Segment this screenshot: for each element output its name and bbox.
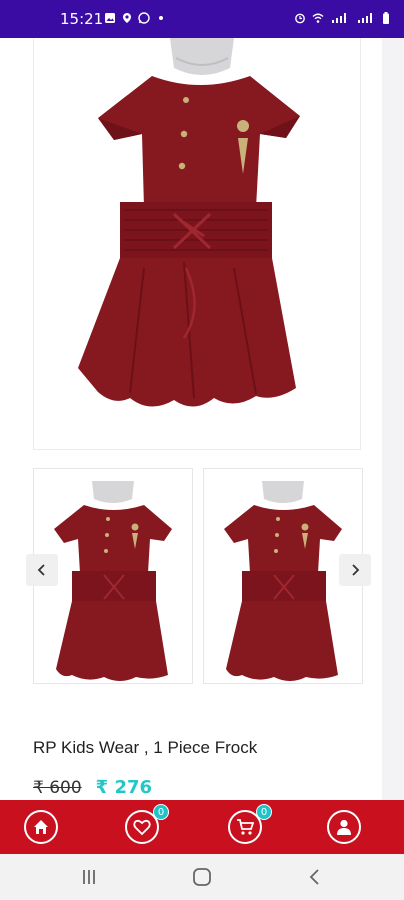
alarm-icon	[295, 13, 305, 24]
nav-cart-button[interactable]: 0	[228, 804, 272, 844]
recent-apps-icon[interactable]	[80, 868, 98, 886]
wishlist-badge: 0	[153, 804, 169, 820]
user-icon	[337, 819, 351, 835]
carousel-prev-button[interactable]	[26, 554, 58, 586]
image-icon	[105, 13, 115, 23]
product-page[interactable]: RP Kids Wear , 1 Piece Frock ₹ 600 ₹ 276	[0, 38, 404, 800]
dress-thumbnail	[54, 481, 172, 681]
carousel-next-button[interactable]	[339, 554, 371, 586]
bottom-nav: 0 0	[0, 800, 404, 854]
cart-icon	[237, 819, 254, 835]
price-row: ₹ 600 ₹ 276	[33, 777, 152, 798]
heart-icon	[133, 819, 151, 836]
sale-price: ₹ 276	[95, 777, 153, 798]
nav-profile-button[interactable]	[327, 810, 361, 844]
product-title: RP Kids Wear , 1 Piece Frock	[33, 738, 258, 757]
status-bar: 15:21	[0, 0, 404, 38]
signal-icon	[358, 13, 372, 23]
wifi-icon	[312, 13, 324, 23]
chevron-left-icon	[37, 564, 45, 576]
status-time: 15:21	[60, 10, 104, 28]
nav-wishlist-button[interactable]: 0	[125, 804, 169, 844]
dress-image	[78, 38, 300, 407]
nav-home-button[interactable]	[24, 810, 58, 844]
status-left-icons	[104, 12, 167, 24]
whatsapp-icon	[138, 12, 150, 24]
battery-icon	[383, 12, 389, 24]
chevron-right-icon	[352, 564, 360, 576]
system-home-icon[interactable]	[192, 868, 212, 886]
system-back-icon[interactable]	[308, 868, 322, 886]
system-nav-bar	[0, 854, 404, 900]
cart-badge: 0	[256, 804, 272, 820]
original-price: ₹ 600	[33, 778, 82, 798]
status-right-icons	[294, 12, 390, 24]
location-icon	[123, 13, 131, 23]
thumbnail-strip	[33, 468, 363, 684]
dot-icon	[159, 16, 163, 20]
scroll-rail	[382, 38, 404, 800]
main-product-image[interactable]	[33, 38, 361, 450]
home-icon	[34, 820, 48, 834]
signal-icon	[332, 13, 346, 23]
